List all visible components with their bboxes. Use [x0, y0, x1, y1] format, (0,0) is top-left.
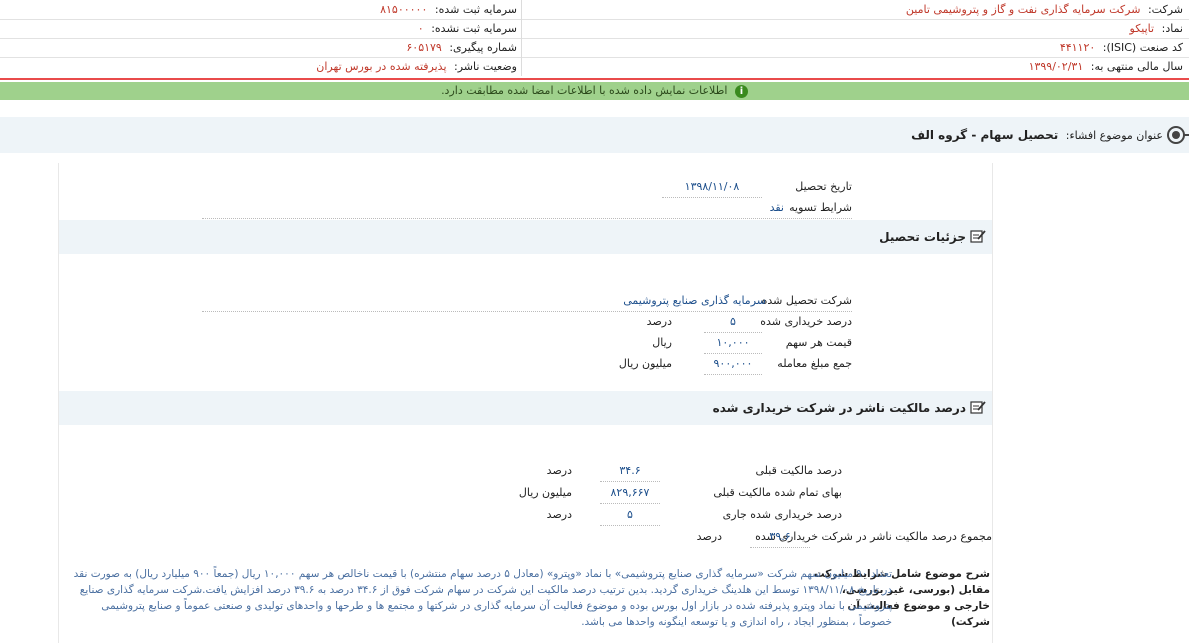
previous-ownership-row: درصد مالکیت قبلی ۳۴.۶ درصد: [512, 461, 843, 482]
previous-cost-label: بهای تمام شده مالکیت قبلی: [713, 486, 842, 499]
capital-reg-cell: سرمایه ثبت شده: ۸۱۵۰۰۰۰۰: [1, 0, 522, 19]
tracking-label: شماره پیگیری:: [449, 41, 517, 54]
isic-cell: کد صنعت (ISIC): ۴۴۱۱۲۰: [533, 38, 1183, 57]
previous-ownership-value: ۳۴.۶: [600, 461, 660, 482]
symbol-value: تاپیکو: [1129, 22, 1155, 35]
purchased-percent-value: ۵: [704, 312, 762, 333]
details-section-title: جزئیات تحصیل: [879, 230, 966, 244]
info-row: کد صنعت (ISIC): ۴۴۱۱۲۰ شماره پیگیری: ۶۰۵…: [0, 38, 1189, 58]
purchased-percent-unit: درصد: [646, 315, 672, 328]
total-ownership-row: مجموع درصد مالکیت ناشر در شرکت خریداری ش…: [662, 527, 992, 548]
report-content: تاریخ تحصیل ۱۳۹۸/۱۱/۰۸ شرایط تسویه نقد ج…: [58, 163, 993, 643]
total-amount-value: ۹۰۰,۰۰۰: [704, 354, 762, 375]
isic-label: کد صنعت (ISIC):: [1102, 41, 1183, 54]
fiscal-label: سال مالی منتهی به:: [1090, 60, 1183, 73]
details-section-header: جزئیات تحصیل: [59, 220, 992, 254]
subject-label: عنوان موضوع افشاء:: [1065, 129, 1163, 142]
ownership-section-title: درصد مالکیت ناشر در شرکت خریداری شده: [712, 401, 966, 415]
company-info-grid: شرکت: شرکت سرمایه گذاری نفت و گاز و پترو…: [0, 0, 1189, 80]
subject-bar: عنوان موضوع افشاء: تحصیل سهام - گروه الف: [0, 117, 1189, 153]
symbol-label: نماد:: [1161, 22, 1183, 35]
verification-banner: i اطلاعات نمایش داده شده با اطلاعات امضا…: [0, 82, 1189, 100]
radio-target-icon: [1167, 126, 1185, 144]
share-price-row: قیمت هر سهم ۱۰,۰۰۰ ریال: [612, 333, 852, 354]
fiscal-value: ۱۳۹۹/۰۲/۳۱: [1028, 60, 1084, 73]
total-amount-unit: میلیون ریال: [618, 357, 672, 370]
capital-unreg-label: سرمایه ثبت نشده:: [431, 22, 517, 35]
isic-value: ۴۴۱۱۲۰: [1059, 41, 1096, 54]
fiscal-cell: سال مالی منتهی به: ۱۳۹۹/۰۲/۳۱: [533, 57, 1183, 76]
share-price-unit: ریال: [652, 336, 672, 349]
company-cell: شرکت: شرکت سرمایه گذاری نفت و گاز و پترو…: [533, 0, 1183, 19]
capital-reg-value: ۸۱۵۰۰۰۰۰: [380, 3, 428, 16]
purchased-percent-label: درصد خریداری شده: [760, 315, 852, 328]
capital-reg-label: سرمایه ثبت شده:: [434, 3, 517, 16]
description-text: تعداد ۹۰ میلیون سهم شرکت «سرمایه گذاری ص…: [73, 568, 892, 628]
banner-text: اطلاعات نمایش داده شده با اطلاعات امضا ش…: [441, 84, 728, 97]
acquisition-date-row: تاریخ تحصیل ۱۳۹۸/۱۱/۰۸: [612, 177, 852, 198]
info-row: شرکت: شرکت سرمایه گذاری نفت و گاز و پترو…: [0, 0, 1189, 20]
previous-cost-row: بهای تمام شده مالکیت قبلی ۸۲۹,۶۶۷ میلیون…: [512, 483, 842, 504]
subject-title: تحصیل سهام - گروه الف: [911, 128, 1059, 142]
acquired-company-row: شرکت تحصیل شده سرمایه گذاری صنایع پتروشی…: [202, 291, 852, 312]
settlement-row: شرایط تسویه نقد: [202, 198, 852, 219]
previous-cost-value: ۸۲۹,۶۶۷: [600, 483, 660, 504]
tracking-value: ۶۰۵۱۷۹: [406, 41, 442, 54]
status-label: وضعیت ناشر:: [454, 60, 517, 73]
company-value: شرکت سرمایه گذاری نفت و گاز و پتروشیمی ت…: [905, 3, 1141, 16]
tracking-cell: شماره پیگیری: ۶۰۵۱۷۹: [1, 38, 522, 57]
acquired-company-label: شرکت تحصیل شده: [761, 294, 852, 307]
purchased-percent-row: درصد خریداری شده ۵ درصد: [612, 312, 852, 333]
edit-note-icon: [970, 230, 986, 243]
current-purchase-unit: درصد: [546, 508, 572, 521]
total-ownership-value: ۳۹.۶: [750, 527, 810, 548]
acquisition-date-value: ۱۳۹۸/۱۱/۰۸: [662, 177, 762, 198]
acquisition-date-label: تاریخ تحصیل: [795, 180, 852, 193]
capital-unreg-cell: سرمایه ثبت نشده: ۰: [1, 19, 522, 38]
previous-cost-unit: میلیون ریال: [518, 486, 572, 499]
previous-ownership-label: درصد مالکیت قبلی: [755, 464, 843, 477]
share-price-value: ۱۰,۰۰۰: [704, 333, 762, 354]
settlement-label: شرایط تسویه: [789, 201, 852, 214]
total-amount-label: جمع مبلغ معامله: [777, 357, 852, 370]
total-ownership-unit: درصد: [696, 530, 722, 543]
info-row: نماد: تاپیکو سرمایه ثبت نشده: ۰: [0, 19, 1189, 39]
symbol-cell: نماد: تاپیکو: [533, 19, 1183, 38]
description-text-block: تعداد ۹۰ میلیون سهم شرکت «سرمایه گذاری ص…: [72, 566, 892, 630]
current-purchase-label: درصد خریداری شده جاری: [722, 508, 842, 521]
current-purchase-value: ۵: [600, 505, 660, 526]
current-purchase-row: درصد خریداری شده جاری ۵ درصد: [512, 505, 842, 526]
info-icon: i: [734, 84, 748, 98]
total-amount-row: جمع مبلغ معامله ۹۰۰,۰۰۰ میلیون ریال: [612, 354, 852, 375]
status-value: پذیرفته شده در بورس تهران: [316, 60, 447, 73]
ownership-section-header: درصد مالکیت ناشر در شرکت خریداری شده: [59, 391, 992, 425]
subject-heading: عنوان موضوع افشاء: تحصیل سهام - گروه الف: [911, 117, 1163, 154]
previous-ownership-unit: درصد: [546, 464, 572, 477]
settlement-value: نقد: [769, 201, 784, 214]
capital-unreg-value: ۰: [417, 22, 424, 35]
edit-note-icon: [970, 401, 986, 414]
share-price-label: قیمت هر سهم: [785, 336, 852, 349]
acquired-company-value: سرمایه گذاری صنایع پتروشیمی: [623, 294, 766, 307]
status-cell: وضعیت ناشر: پذیرفته شده در بورس تهران: [1, 57, 522, 76]
info-row: سال مالی منتهی به: ۱۳۹۹/۰۲/۳۱ وضعیت ناشر…: [0, 57, 1189, 76]
company-label: شرکت:: [1147, 3, 1183, 16]
